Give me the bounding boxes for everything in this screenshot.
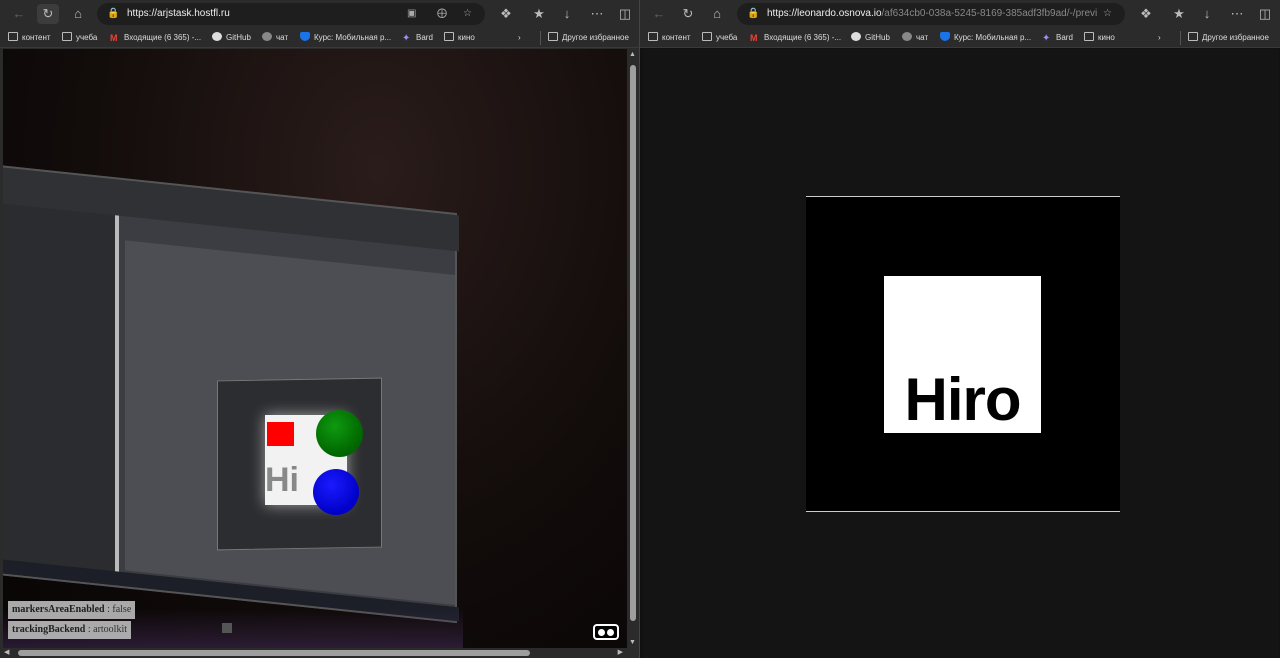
folder-icon [62,32,72,41]
vertical-scrollbar[interactable]: ▲ ▼ [627,49,639,648]
gmail-icon: M [750,33,758,43]
github-icon [212,32,222,41]
extensions-icon[interactable]: ❖ [495,4,517,24]
ar-blue-sphere [313,469,359,515]
debug-value: artoolkit [93,624,128,635]
camera-permission-icon[interactable]: ▣ [407,3,416,25]
folder-icon [648,32,658,41]
extensions-icon[interactable]: ❖ [1135,4,1157,24]
url-text: https://arjstask.hostfl.ru [127,8,230,19]
scroll-left-icon[interactable]: ◀ [4,648,9,656]
gmail-icon: M [110,33,118,43]
reload-icon[interactable]: ↻ [677,4,699,24]
back-icon[interactable]: ← [648,4,670,24]
favorites-icon[interactable]: ★ [1168,4,1190,24]
scroll-right-icon[interactable]: ▶ [618,648,623,656]
folder-icon [702,32,712,41]
sidebar-icon[interactable]: ◫ [1254,4,1276,24]
hiro-marker-text: Hiro [904,366,1022,433]
app-available-icon[interactable]: ⨁ [437,3,447,25]
debug-key: trackingBackend [12,624,86,635]
bookmark-item[interactable]: Курс: Мобильная р... [940,31,1031,45]
folder-icon [1188,32,1198,41]
bookmark-item[interactable]: M Входящие (6 365) -... [110,31,201,45]
image-preview-area: Hiro [643,49,1279,658]
bookmark-item[interactable]: GitHub [212,31,251,45]
debug-markers-area: markersAreaEnabled : false [8,601,136,619]
bookmark-item[interactable]: кино [444,31,475,45]
menu-icon[interactable]: ⋯ [586,4,608,24]
home-icon[interactable]: ⌂ [67,4,89,24]
bookmark-item[interactable]: M Входящие (6 365) -... [750,31,841,45]
scrollbar-thumb[interactable] [630,65,636,621]
debug-tracking-backend: trackingBackend : artoolkit [8,621,132,639]
shield-icon [940,32,950,41]
camera-feed: Hi [3,49,627,648]
bookmark-item[interactable]: чат [902,31,928,45]
back-icon[interactable]: ← [8,4,30,24]
bookmark-item[interactable]: ✦ Bard [1042,31,1073,45]
reload-icon[interactable]: ↻ [37,4,59,24]
downloads-icon[interactable]: ↓ [556,4,578,24]
folder-icon [8,32,18,41]
bard-icon: ✦ [1042,33,1051,44]
lock-icon: 🔒 [747,8,760,19]
favorite-star-icon[interactable]: ☆ [1103,3,1112,25]
horizontal-scrollbar[interactable]: ◀ ▶ [0,648,627,658]
address-bar[interactable]: 🔒 https://leonardo.osnova.io/af634cb0-03… [737,3,1125,25]
vr-goggles-icon[interactable] [593,624,619,640]
home-icon[interactable]: ⌂ [706,4,728,24]
bookmark-item[interactable]: кино [1084,31,1115,45]
shield-icon [300,32,310,41]
ar-camera-view[interactable]: Hi markersAreaEnabled : false trackingBa… [3,49,627,648]
bookmark-item[interactable]: GitHub [851,31,890,45]
browser-toolbar: ← ↻ ⌂ 🔒 https://arjstask.hostfl.ru ▣ ⨁ ☆… [0,0,639,28]
address-bar[interactable]: 🔒 https://arjstask.hostfl.ru ▣ ⨁ ☆ [97,3,485,25]
chevron-right-icon[interactable]: › [1158,31,1161,45]
hiro-marker-white-square: Hiro [884,276,1041,433]
left-browser-window: ← ↻ ⌂ 🔒 https://arjstask.hostfl.ru ▣ ⨁ ☆… [0,0,639,658]
bookmarks-bar: контент учеба M Входящие (6 365) -... Git… [640,28,1280,48]
hiro-marker-image[interactable]: Hiro [806,196,1120,512]
url-text: https://leonardo.osnova.io/af634cb0-038a… [767,8,1097,19]
bookmark-item[interactable]: контент [8,31,51,45]
debug-value: false [112,604,132,615]
bookmarks-bar: контент учеба M Входящие (6 365) -... Git… [0,28,639,48]
chat-icon [262,32,272,41]
folder-icon [548,32,558,41]
bard-icon: ✦ [402,33,411,44]
scroll-down-icon[interactable]: ▼ [629,639,636,646]
favorite-star-icon[interactable]: ☆ [463,3,472,25]
scrollbar-thumb[interactable] [18,650,530,656]
chat-icon [902,32,912,41]
bookmark-item[interactable]: Курс: Мобильная р... [300,31,391,45]
debug-square [222,623,232,633]
folder-icon [1084,32,1094,41]
right-browser-window: ← ↻ ⌂ 🔒 https://leonardo.osnova.io/af634… [640,0,1280,658]
downloads-icon[interactable]: ↓ [1196,4,1218,24]
other-favorites[interactable]: Другое избранное [540,31,629,45]
bookmark-item[interactable]: учеба [702,31,737,45]
scroll-up-icon[interactable]: ▲ [629,51,636,58]
bookmark-item[interactable]: чат [262,31,288,45]
menu-icon[interactable]: ⋯ [1226,4,1248,24]
sidebar-icon[interactable]: ◫ [614,4,636,24]
favorites-icon[interactable]: ★ [528,4,550,24]
ar-green-sphere [316,410,363,457]
chevron-right-icon[interactable]: › [518,31,521,45]
browser-toolbar: ← ↻ ⌂ 🔒 https://leonardo.osnova.io/af634… [640,0,1280,28]
lock-icon: 🔒 [107,8,120,19]
ar-red-cube [267,422,294,446]
other-favorites[interactable]: Другое избранное [1180,31,1269,45]
debug-key: markersAreaEnabled [12,604,105,615]
camera-hiro-text: Hi [265,461,299,499]
bookmark-item[interactable]: ✦ Bard [402,31,433,45]
bookmark-item[interactable]: учеба [62,31,97,45]
github-icon [851,32,861,41]
folder-icon [444,32,454,41]
bookmark-item[interactable]: контент [648,31,691,45]
